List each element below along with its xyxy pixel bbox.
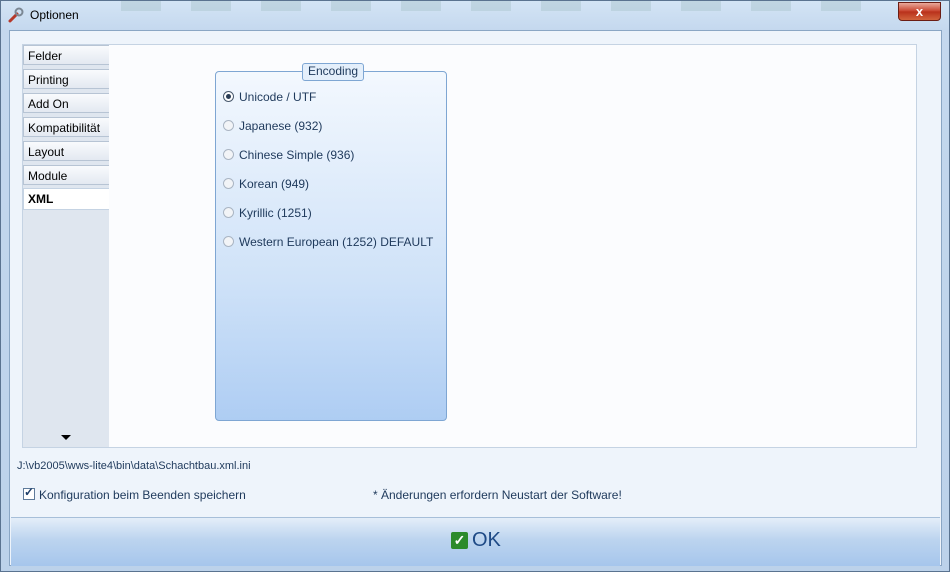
tab-printing[interactable]: Printing bbox=[23, 69, 109, 89]
encoding-groupbox: Encoding Unicode / UTF Japanese (932) Ch… bbox=[215, 63, 447, 421]
radio-label: Western European (1252) DEFAULT bbox=[239, 235, 434, 249]
options-dialog: Optionen x Felder Printing Add On Kompat… bbox=[0, 0, 950, 572]
check-icon: ✓ bbox=[451, 532, 468, 549]
wrench-icon bbox=[8, 7, 24, 23]
radio-unchecked-icon[interactable] bbox=[223, 178, 234, 189]
dialog-client-area: Felder Printing Add On Kompatibilität La… bbox=[9, 30, 942, 566]
options-tab-control: Felder Printing Add On Kompatibilität La… bbox=[22, 44, 917, 448]
tab-strip: Felder Printing Add On Kompatibilität La… bbox=[23, 45, 109, 447]
tab-layout[interactable]: Layout bbox=[23, 141, 109, 161]
tab-felder[interactable]: Felder bbox=[23, 45, 109, 65]
tab-xml[interactable]: XML bbox=[23, 188, 109, 210]
tab-add-on[interactable]: Add On bbox=[23, 93, 109, 113]
radio-label: Japanese (932) bbox=[239, 119, 323, 133]
close-button[interactable]: x bbox=[898, 2, 941, 21]
radio-label: Unicode / UTF bbox=[239, 90, 317, 104]
encoding-group-label: Encoding bbox=[302, 63, 365, 81]
tab-scroll-down-icon[interactable] bbox=[61, 435, 71, 440]
background-window-strip bbox=[121, 1, 881, 11]
title-bar[interactable]: Optionen x bbox=[1, 1, 949, 29]
ok-label: OK bbox=[472, 529, 501, 551]
ok-button-bar[interactable]: ✓ OK bbox=[11, 517, 940, 566]
radio-label: Chinese Simple (936) bbox=[239, 148, 355, 162]
radio-label: Kyrillic (1251) bbox=[239, 206, 312, 220]
radio-unchecked-icon[interactable] bbox=[223, 149, 234, 160]
save-config-label[interactable]: Konfiguration beim Beenden speichern bbox=[39, 488, 246, 502]
radio-label: Korean (949) bbox=[239, 177, 310, 191]
radio-checked-icon[interactable] bbox=[223, 91, 234, 102]
config-file-path: J:\vb2005\wws-lite4\bin\data\Schachtbau.… bbox=[17, 460, 251, 472]
radio-unchecked-icon[interactable] bbox=[223, 120, 234, 131]
restart-notice: * Änderungen erfordern Neustart der Soft… bbox=[373, 488, 622, 502]
window-title: Optionen bbox=[30, 8, 79, 22]
save-config-checkbox[interactable] bbox=[23, 485, 35, 500]
xml-tab-content: Encoding Unicode / UTF Japanese (932) Ch… bbox=[109, 45, 916, 447]
radio-unchecked-icon[interactable] bbox=[223, 207, 234, 218]
tab-kompatibilitaet[interactable]: Kompatibilität bbox=[23, 117, 109, 137]
tab-module[interactable]: Module bbox=[23, 165, 109, 185]
radio-unchecked-icon[interactable] bbox=[223, 236, 234, 247]
